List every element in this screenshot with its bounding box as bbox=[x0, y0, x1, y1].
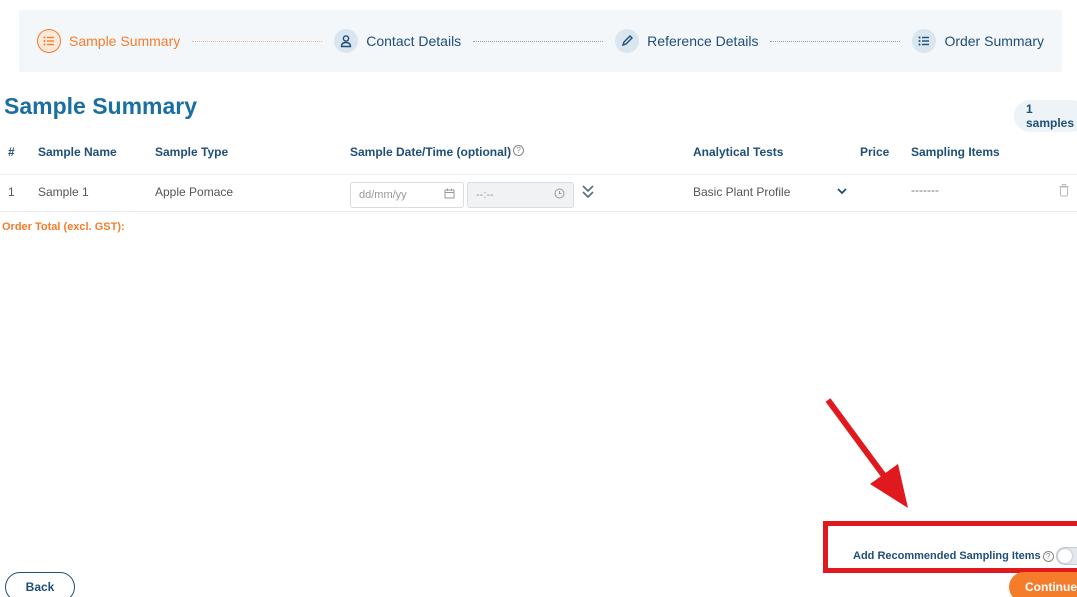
help-icon[interactable]: ? bbox=[1042, 550, 1054, 562]
header-sample-type: Sample Type bbox=[155, 145, 229, 159]
continue-button[interactable]: Continue bbox=[1009, 572, 1077, 597]
row-sample-type[interactable]: Apple Pomace bbox=[155, 185, 233, 199]
row-analytical-tests[interactable]: Basic Plant Profile bbox=[693, 185, 790, 199]
double-chevron-down-icon[interactable] bbox=[580, 182, 596, 203]
sample-time-input[interactable]: --:-- bbox=[467, 182, 574, 208]
step-label: Order Summary bbox=[944, 33, 1045, 49]
sample-date-input[interactable]: dd/mm/yy bbox=[350, 182, 464, 208]
sample-count-badge: 1 samples bbox=[1014, 100, 1077, 132]
chevron-down-icon[interactable] bbox=[835, 184, 849, 201]
step-label: Reference Details bbox=[647, 33, 759, 49]
header-analytical-tests: Analytical Tests bbox=[693, 145, 784, 159]
date-placeholder: dd/mm/yy bbox=[359, 189, 407, 201]
row-sample-name[interactable]: Sample 1 bbox=[38, 185, 89, 199]
row-sampling-items: ------- bbox=[911, 183, 939, 197]
annotation-arrow-icon bbox=[825, 398, 908, 508]
step-order-summary[interactable]: Order Summary bbox=[912, 29, 1044, 53]
header-datetime-label: Sample Date/Time (optional) bbox=[350, 145, 512, 159]
step-reference-details[interactable]: Reference Details bbox=[615, 29, 758, 53]
step-label: Contact Details bbox=[366, 33, 462, 49]
toggle-knob bbox=[1058, 549, 1072, 563]
person-icon bbox=[334, 29, 359, 53]
clock-icon[interactable] bbox=[554, 188, 565, 202]
step-contact-details[interactable]: Contact Details bbox=[334, 29, 461, 53]
page-title: Sample Summary bbox=[4, 93, 198, 119]
header-price: Price bbox=[860, 145, 890, 159]
list-icon bbox=[37, 29, 61, 53]
table-header: # Sample Name Sample Type Sample Date/Ti… bbox=[0, 145, 1077, 161]
recommended-items-toggle[interactable] bbox=[1056, 547, 1077, 565]
back-button[interactable]: Back bbox=[5, 572, 75, 597]
time-placeholder: --:-- bbox=[476, 189, 494, 201]
pencil-icon bbox=[615, 29, 640, 53]
header-sample-datetime: Sample Date/Time (optional)? bbox=[350, 145, 525, 159]
annotation-highlight-box bbox=[823, 521, 1077, 573]
step-sample-summary[interactable]: Sample Summary bbox=[37, 29, 180, 53]
list-icon bbox=[912, 29, 937, 53]
order-total-label: Order Total (excl. GST): bbox=[2, 221, 125, 233]
step-connector bbox=[770, 40, 901, 42]
progress-stepper: Sample Summary Contact Details Reference… bbox=[19, 10, 1062, 72]
header-sample-name: Sample Name bbox=[38, 145, 117, 159]
step-connector bbox=[473, 40, 604, 42]
calendar-icon[interactable] bbox=[444, 188, 455, 202]
recommended-items-label: Add Recommended Sampling Items? bbox=[853, 550, 1054, 562]
row-index: 1 bbox=[8, 185, 15, 199]
recommended-items-text: Add Recommended Sampling Items bbox=[853, 550, 1041, 562]
header-index: # bbox=[8, 145, 15, 159]
table-row: 1 Sample 1 Apple Pomace dd/mm/yy --:-- B… bbox=[0, 174, 1077, 212]
step-connector bbox=[192, 40, 323, 42]
step-label: Sample Summary bbox=[69, 33, 181, 49]
trash-icon[interactable] bbox=[1059, 184, 1069, 200]
header-sampling-items: Sampling Items bbox=[911, 145, 1000, 159]
help-icon[interactable]: ? bbox=[513, 145, 525, 156]
